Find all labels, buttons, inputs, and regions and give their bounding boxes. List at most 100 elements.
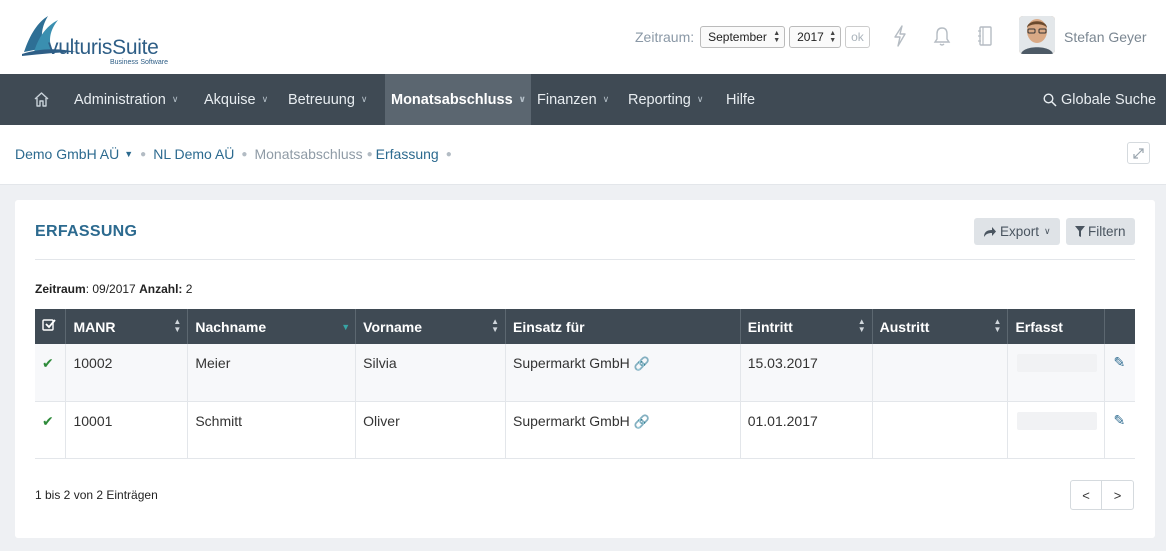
summary-line: Zeitraum: 09/2017 Anzahl: 2 — [35, 282, 192, 296]
expand-icon — [1133, 147, 1144, 159]
breadcrumb-page[interactable]: Erfassung — [376, 146, 439, 162]
column-label: Erfasst — [1015, 318, 1063, 335]
column-header-vorname[interactable]: Vorname ▲ ▼ — [355, 309, 507, 344]
home-icon[interactable] — [33, 91, 50, 111]
chevron-down-icon: ∨ — [360, 94, 368, 104]
year-value: 2017 — [797, 30, 824, 44]
nav-monatsabschluss[interactable]: Monatsabschluss ∨ — [385, 74, 531, 125]
column-header-einsatz[interactable]: Einsatz für — [505, 309, 741, 344]
sort-icon: ▲ ▼ — [857, 317, 866, 334]
sort-icon: ▲ ▼ — [173, 317, 182, 334]
column-header-austritt[interactable]: Austritt ▲ ▼ — [872, 309, 1009, 344]
cell-manr: 10001 — [65, 401, 189, 459]
breadcrumb-branch[interactable]: NL Demo AÜ — [153, 146, 234, 162]
divider — [35, 259, 1135, 260]
column-header-nachname[interactable]: Nachname ▼ — [187, 309, 357, 344]
share-arrow-icon — [984, 226, 996, 237]
export-button[interactable]: Export ∨ — [974, 218, 1060, 245]
column-label: Einsatz für — [513, 318, 585, 335]
nav-finanzen[interactable]: Finanzen ∨ — [531, 74, 615, 125]
column-label: Vorname — [363, 318, 423, 335]
filter-button[interactable]: Filtern — [1066, 218, 1135, 245]
column-label: Austritt — [879, 318, 930, 335]
select-all-header[interactable] — [35, 309, 67, 344]
column-label: Nachname — [195, 318, 267, 335]
next-page-button[interactable]: > — [1102, 480, 1134, 510]
logo-subtitle: Business Software — [110, 59, 168, 66]
table-header-row: MANR ▲ ▼ Nachname ▼ Vorname ▲ ▼ Einsatz für E… — [35, 309, 1135, 344]
vulturis-logo[interactable]: vulturisSuite Business Software — [20, 12, 180, 68]
nav-hilfe[interactable]: Hilfe — [720, 74, 761, 125]
cell-manr: 10002 — [65, 344, 189, 402]
erfasst-indicator — [1017, 354, 1098, 372]
user-avatar[interactable] — [1019, 16, 1055, 54]
bell-icon[interactable] — [933, 25, 951, 47]
column-header-erfasst[interactable]: Erfasst — [1007, 309, 1106, 344]
period-ok-button[interactable]: ok — [845, 26, 870, 48]
nav-akquise[interactable]: Akquise ∨ — [194, 74, 278, 125]
chevron-down-icon: ∨ — [1044, 226, 1051, 236]
cell-nachname: Meier — [187, 344, 357, 402]
summary-zeitraum-value: : 09/2017 — [85, 282, 140, 296]
column-label: MANR — [73, 318, 116, 335]
erfasst-indicator — [1017, 411, 1098, 430]
notebook-icon[interactable] — [977, 25, 995, 47]
user-name[interactable]: Stefan Geyer — [1064, 29, 1147, 45]
sort-icon: ▲ ▼ — [491, 317, 500, 334]
nav-label: Reporting — [628, 91, 691, 108]
column-header-actions — [1104, 309, 1135, 344]
filter-icon — [1075, 226, 1085, 237]
caret-down-icon[interactable]: ▼ — [124, 149, 133, 159]
year-select[interactable]: 2017 ▲ ▼ — [789, 26, 842, 48]
cell-erfasst — [1007, 401, 1106, 459]
erfassung-table: MANR ▲ ▼ Nachname ▼ Vorname ▲ ▼ Einsatz für E… — [35, 309, 1135, 459]
cell-einsatz: Supermarkt GmbH 🔗 — [505, 401, 741, 459]
global-search-label: Globale Suche — [1061, 91, 1157, 108]
summary-zeitraum-label: Zeitraum — [35, 282, 86, 296]
fullscreen-button[interactable] — [1127, 142, 1150, 164]
nav-label: Finanzen — [537, 91, 597, 108]
chevron-down-icon: ∨ — [261, 94, 269, 104]
link-icon[interactable]: 🔗 — [634, 414, 650, 429]
cell-eintritt: 15.03.2017 — [740, 344, 873, 402]
nav-label: Hilfe — [726, 91, 756, 108]
filter-label: Filtern — [1088, 224, 1126, 239]
column-header-eintritt[interactable]: Eintritt ▲ ▼ — [740, 309, 873, 344]
breadcrumb-bar: Demo GmbH AÜ ▼ ● NL Demo AÜ ● Monatsabsc… — [0, 125, 1166, 185]
nav-betreuung[interactable]: Betreuung ∨ — [278, 74, 378, 125]
pagination: < > — [1070, 480, 1134, 510]
nav-label: Monatsabschluss — [391, 91, 513, 108]
breadcrumb-company[interactable]: Demo GmbH AÜ — [15, 146, 119, 162]
edit-pencil-icon[interactable]: ✎ — [1113, 354, 1125, 370]
month-select[interactable]: September ▲ ▼ — [700, 26, 786, 48]
chevron-down-icon: ∨ — [518, 94, 526, 104]
sort-desc-icon: ▼ — [341, 322, 351, 332]
breadcrumb-separator: ● — [140, 148, 147, 160]
select-arrows-icon: ▲ ▼ — [773, 30, 781, 44]
nav-label: Akquise — [204, 91, 256, 108]
summary-anzahl-value: 2 — [182, 282, 193, 296]
column-header-manr[interactable]: MANR ▲ ▼ — [65, 309, 189, 344]
erfassung-panel: ERFASSUNG Export ∨ Filtern Zeitraum: 09/… — [15, 200, 1155, 538]
table-row[interactable]: ✔ 10001 Schmitt Oliver Supermarkt GmbH 🔗 … — [35, 401, 1135, 459]
link-icon[interactable]: 🔗 — [634, 356, 650, 371]
cell-austritt — [872, 344, 1009, 402]
einsatz-text: Supermarkt GmbH — [513, 412, 630, 429]
chevron-down-icon: ∨ — [602, 94, 610, 104]
nav-reporting[interactable]: Reporting ∨ — [622, 74, 709, 125]
global-search[interactable]: Globale Suche — [1043, 74, 1156, 125]
nav-administration[interactable]: Administration ∨ — [64, 74, 188, 125]
nav-label: Betreuung — [288, 91, 355, 108]
table-row[interactable]: ✔ 10002 Meier Silvia Supermarkt GmbH 🔗 15… — [35, 344, 1135, 402]
breadcrumb-separator: ● — [241, 148, 248, 160]
prev-page-button[interactable]: < — [1070, 480, 1102, 510]
breadcrumb-separator: ● — [445, 148, 452, 160]
export-label: Export — [1000, 224, 1040, 239]
chevron-down-icon: ∨ — [171, 94, 179, 104]
lightning-icon[interactable] — [892, 25, 910, 47]
breadcrumb-separator: ● — [366, 148, 373, 160]
month-value: September — [708, 30, 767, 44]
cell-einsatz: Supermarkt GmbH 🔗 — [505, 344, 741, 402]
edit-pencil-icon[interactable]: ✎ — [1113, 412, 1125, 428]
cell-erfasst — [1007, 344, 1106, 402]
